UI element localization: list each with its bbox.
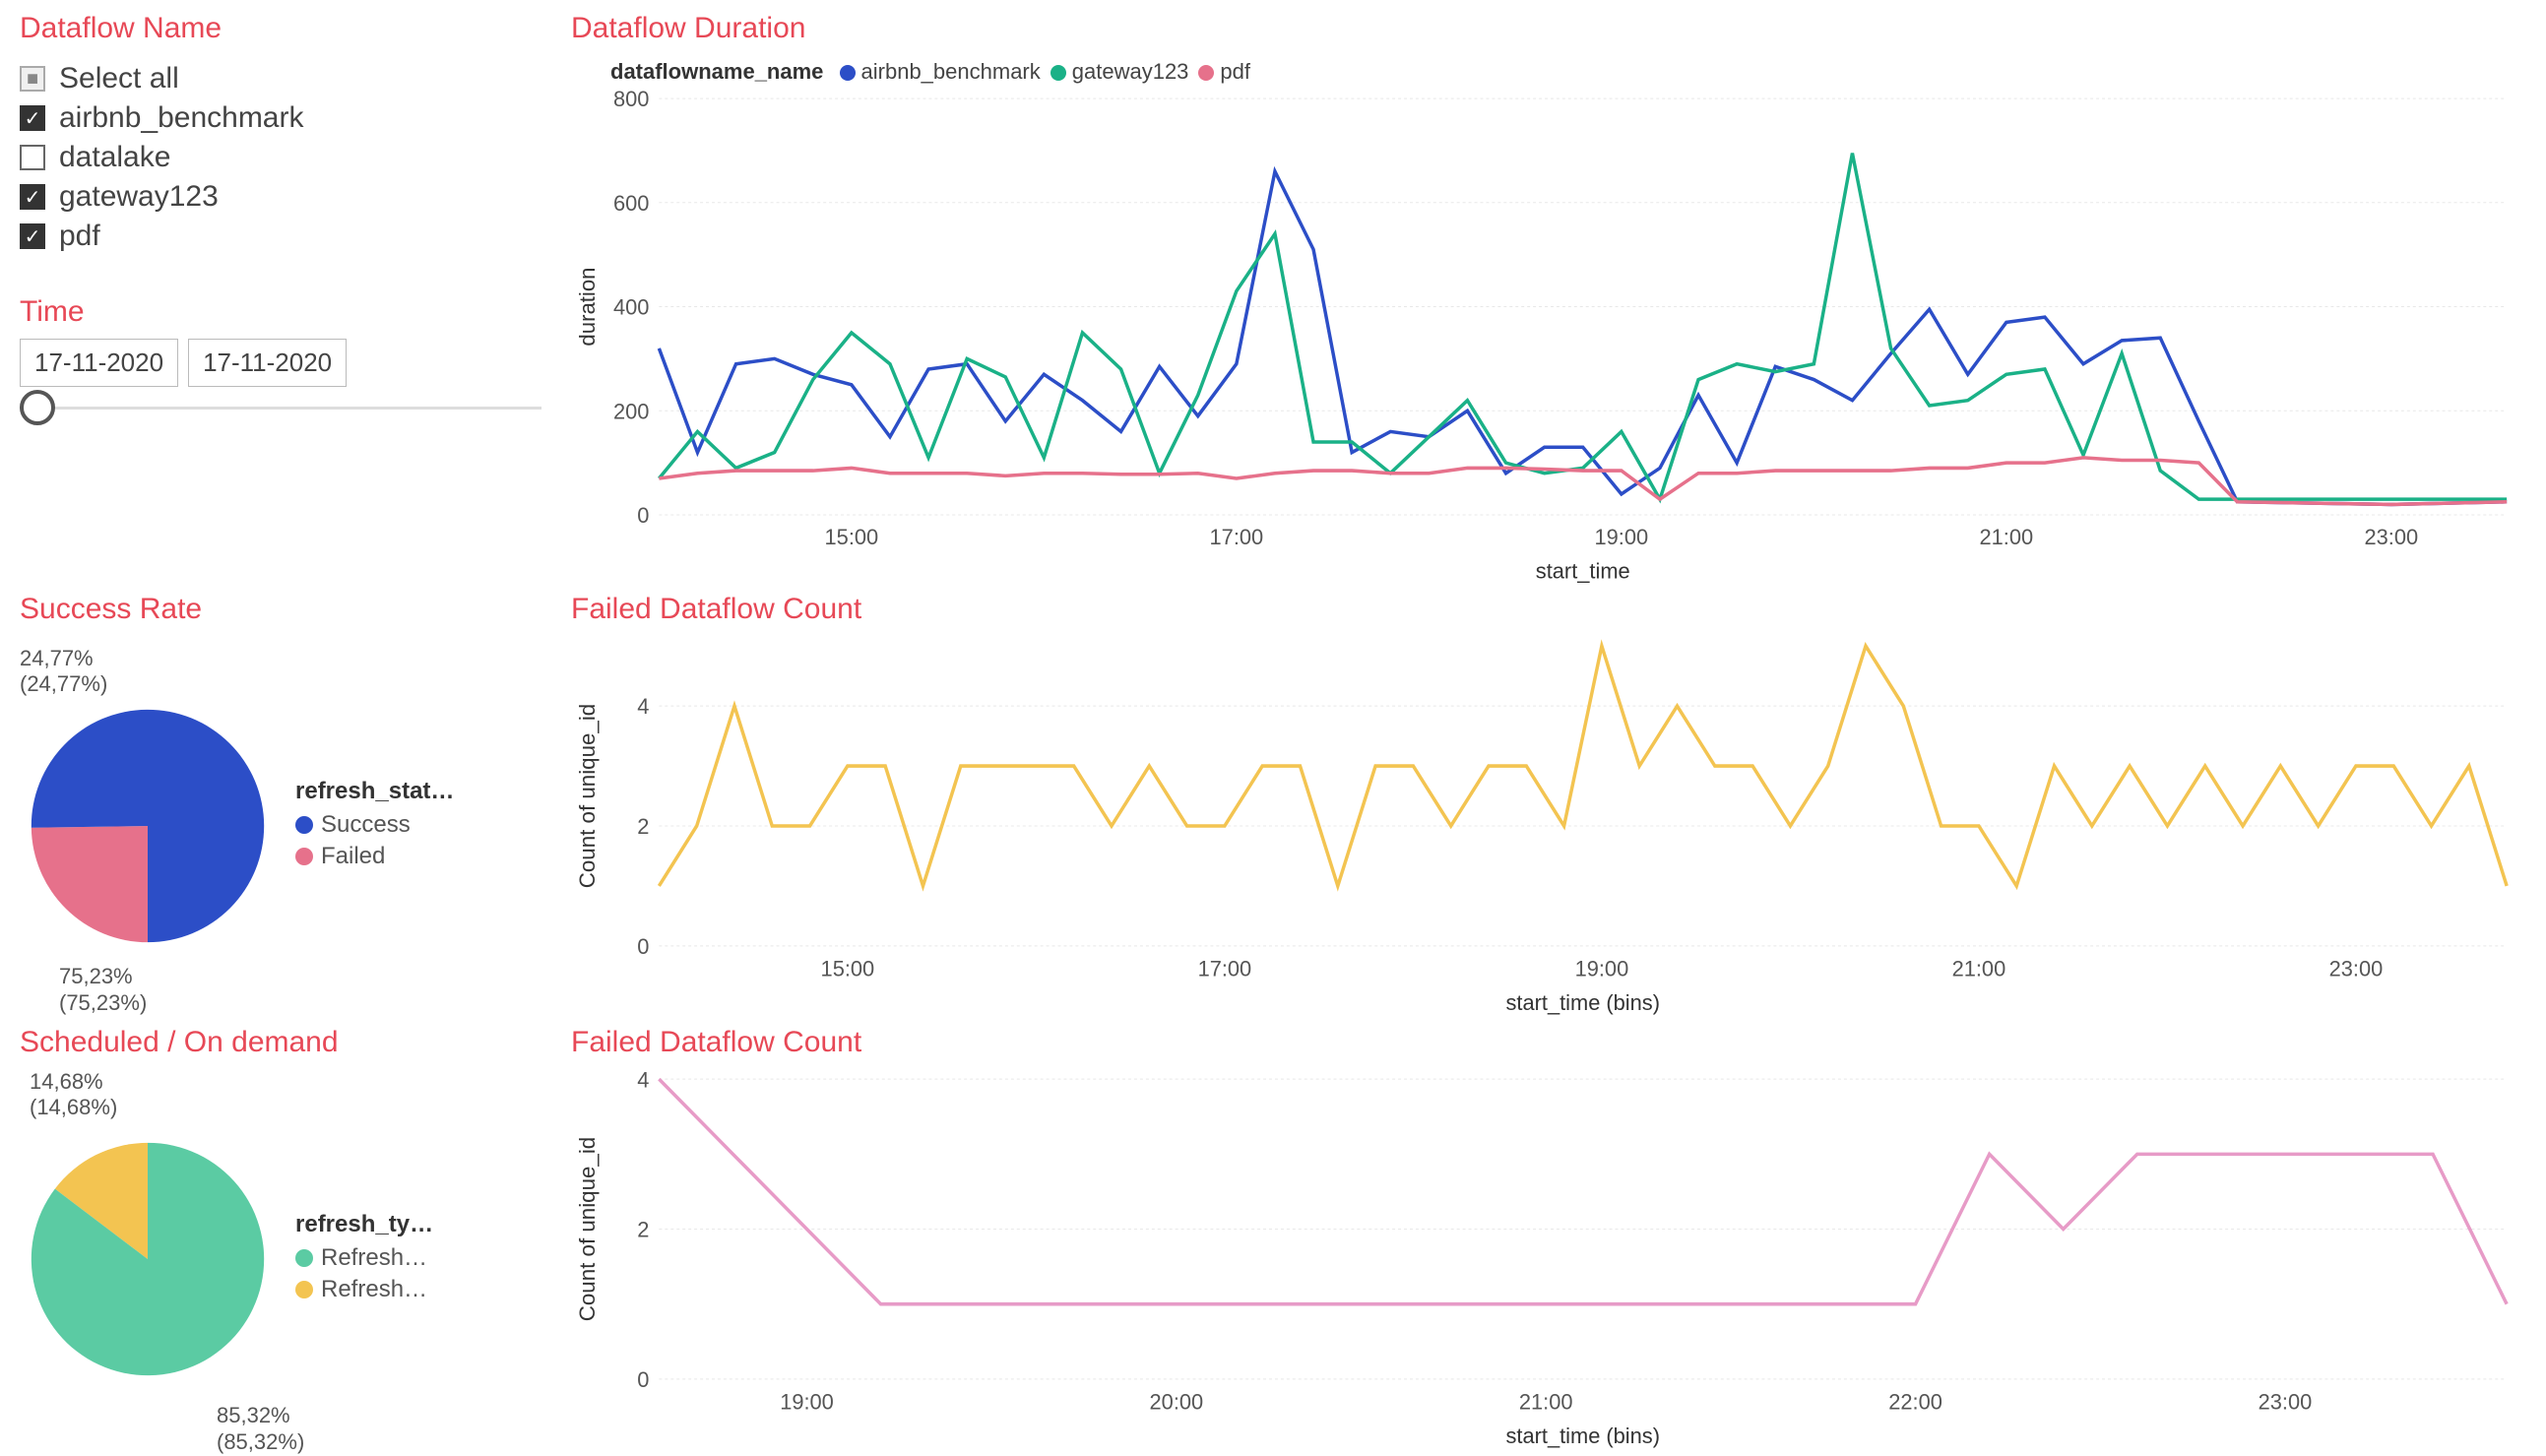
legend-item-pdf[interactable]: pdf [1198,59,1250,84]
series-pdf[interactable] [659,458,2507,505]
legend-item[interactable]: Refresh… [295,1244,433,1272]
checkbox-pdf[interactable]: ✓ pdf [20,217,541,256]
svg-text:Count of unique_id: Count of unique_id [575,1137,600,1321]
svg-text:23:00: 23:00 [2259,1389,2313,1414]
checkbox-airbnb_benchmark[interactable]: ✓ airbnb_benchmark [20,98,541,138]
pie-label-success: 75,23%(75,23%) [59,964,147,1016]
svg-text:4: 4 [637,1069,649,1092]
svg-text:15:00: 15:00 [821,956,875,981]
pie-title-success: Success Rate [20,593,541,626]
schedule-legend: refresh_ty… Refresh…Refresh… [295,1211,433,1307]
svg-text:17:00: 17:00 [1198,956,1252,981]
duration-legend: dataflowname_name airbnb_benchmarkgatewa… [610,59,2526,85]
svg-text:600: 600 [613,191,649,216]
series-failed2[interactable] [659,1079,2507,1304]
chart-title-failed2: Failed Dataflow Count [571,1026,2526,1059]
svg-text:start_time (bins): start_time (bins) [1506,1424,1660,1448]
pie-label-failed: 24,77%(24,77%) [20,646,107,698]
slider-thumb-icon[interactable] [20,390,55,425]
schedule-pie-chart[interactable] [20,1131,276,1387]
checkbox-gateway123[interactable]: ✓ gateway123 [20,177,541,217]
svg-text:21:00: 21:00 [1519,1389,1573,1414]
svg-text:800: 800 [613,89,649,111]
svg-text:17:00: 17:00 [1210,525,1264,549]
svg-text:start_time (bins): start_time (bins) [1506,990,1660,1015]
legend-item-gateway123[interactable]: gateway123 [1050,59,1189,84]
date-to-input[interactable]: 17-11-2020 [188,339,347,387]
schedule-pie-panel: Scheduled / On demand 14,68%(14,68%) 85,… [20,1026,541,1449]
checkbox-select-all[interactable]: ■ Select all [20,59,541,98]
filter-title: Dataflow Name [20,12,541,45]
checkbox-icon [20,145,45,170]
checkbox-datalake[interactable]: datalake [20,138,541,177]
checkbox-icon: ✓ [20,184,45,210]
svg-text:200: 200 [613,399,649,423]
svg-text:20:00: 20:00 [1150,1389,1204,1414]
checkbox-icon: ■ [20,66,45,92]
svg-text:400: 400 [613,294,649,319]
svg-text:2: 2 [637,1217,649,1241]
svg-text:0: 0 [637,1367,649,1392]
svg-text:19:00: 19:00 [1575,956,1629,981]
failed2-chart-panel: Failed Dataflow Count 0 2 4 19:00 20:00 21:00… [571,1026,2526,1449]
failed2-chart[interactable]: 0 2 4 19:00 20:00 21:00 22:00 23:00 start_time (… [571,1069,2526,1449]
svg-text:23:00: 23:00 [2365,525,2419,549]
chart-title-failed1: Failed Dataflow Count [571,593,2526,626]
time-slider[interactable] [20,407,541,410]
pie-label-ondemand: 14,68%(14,68%) [30,1069,117,1121]
svg-text:0: 0 [637,934,649,959]
checkbox-label: gateway123 [59,180,219,214]
svg-text:22:00: 22:00 [1888,1389,1942,1414]
dataflow-checklist: ■ Select all ✓ airbnb_benchmark datalake ✓ g… [20,59,541,256]
svg-text:19:00: 19:00 [1595,525,1649,549]
pie-label-scheduled: 85,32%(85,32%) [217,1403,304,1455]
success-pie-panel: Success Rate 24,77%(24,77%) 75,23%(75,23… [20,593,541,1016]
series-airbnb_benchmark[interactable] [659,171,2507,504]
series-failed[interactable] [659,646,2507,886]
legend-item[interactable]: Failed [295,843,454,870]
svg-text:Count of unique_id: Count of unique_id [575,704,600,888]
checkbox-label: datalake [59,141,170,174]
checkbox-label: airbnb_benchmark [59,101,303,135]
pie-title-schedule: Scheduled / On demand [20,1026,541,1059]
svg-text:start_time: start_time [1536,558,1630,583]
checkbox-label: pdf [59,220,100,253]
legend-item[interactable]: Success [295,811,454,839]
date-from-input[interactable]: 17-11-2020 [20,339,178,387]
svg-text:19:00: 19:00 [780,1389,834,1414]
filters-panel: Dataflow Name ■ Select all ✓ airbnb_bench… [20,12,541,583]
duration-chart-panel: Dataflow Duration dataflowname_name airb… [571,12,2526,583]
legend-item-airbnb_benchmark[interactable]: airbnb_benchmark [840,59,1041,84]
checkbox-icon: ✓ [20,105,45,131]
svg-text:duration: duration [575,268,600,347]
failed1-chart[interactable]: 0 2 4 15:00 17:00 19:00 21:00 23:00 start_time (… [571,636,2526,1016]
checkbox-icon: ✓ [20,223,45,249]
success-legend: refresh_stat… SuccessFailed [295,778,454,874]
svg-text:21:00: 21:00 [1980,525,2034,549]
time-filter: Time 17-11-2020 17-11-2020 [20,295,541,410]
svg-text:23:00: 23:00 [2329,956,2384,981]
checkbox-label: Select all [59,62,179,95]
legend-item[interactable]: Refresh… [295,1276,433,1303]
svg-text:0: 0 [637,503,649,528]
svg-text:21:00: 21:00 [1952,956,2006,981]
svg-text:2: 2 [637,814,649,839]
chart-title-duration: Dataflow Duration [571,12,2526,45]
success-pie-chart[interactable] [20,698,276,954]
failed1-chart-panel: Failed Dataflow Count 0 2 4 15:00 17:00 19:00… [571,593,2526,1016]
svg-text:15:00: 15:00 [825,525,879,549]
time-title: Time [20,295,541,329]
svg-text:4: 4 [637,694,649,719]
duration-chart[interactable]: 0 200 400 600 800 15:00 17:00 19:00 21:00 23:00 st… [571,89,2526,585]
pie-slice[interactable] [32,826,148,942]
